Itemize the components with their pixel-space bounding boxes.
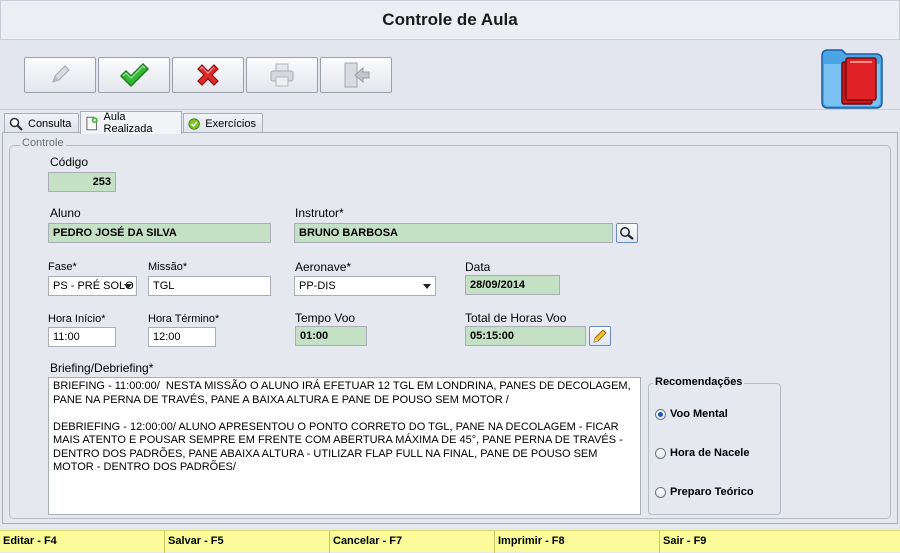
shortcut-imprimir: Imprimir - F8: [495, 531, 660, 553]
tab-exercicios[interactable]: Exercícios: [183, 113, 263, 133]
cancel-button[interactable]: [172, 57, 244, 93]
cancel-x-icon: [197, 64, 219, 86]
print-icon: [270, 63, 294, 87]
fase-select[interactable]: PS - PRÉ SOLO: [48, 276, 137, 296]
chevron-down-icon: [124, 284, 132, 289]
tab-aula-realizada[interactable]: Aula Realizada: [80, 111, 182, 135]
magnifier-icon: [620, 227, 634, 240]
codigo-field: 253: [48, 172, 116, 192]
exit-door-icon: [344, 62, 370, 88]
search-instrutor-button[interactable]: [616, 223, 638, 243]
print-button[interactable]: [246, 57, 318, 93]
window-title-bar: Controle de Aula: [0, 0, 900, 40]
shortcut-editar: Editar - F4: [0, 531, 165, 553]
edit-icon: [52, 65, 70, 83]
aeronave-label: Aeronave*: [295, 260, 352, 274]
missao-field[interactable]: TGL: [148, 276, 271, 296]
aeronave-value: PP-DIS: [299, 280, 336, 292]
instrutor-label: Instrutor*: [295, 206, 344, 220]
exit-button[interactable]: [320, 57, 392, 93]
save-check-icon: [119, 62, 150, 88]
radio-voo-mental[interactable]: Voo Mental: [655, 408, 728, 420]
data-label: Data: [465, 260, 491, 274]
shortcut-salvar: Salvar - F5: [165, 531, 330, 553]
radio-unselected-icon: [655, 447, 666, 459]
tab-consulta[interactable]: Consulta: [4, 113, 79, 133]
hora-inicio-field[interactable]: 11:00: [48, 327, 116, 347]
check-circle-icon: [188, 117, 200, 130]
total-horas-field: 05:15:00: [465, 326, 586, 346]
codigo-label: Código: [50, 155, 89, 169]
missao-label: Missão*: [148, 261, 188, 273]
save-button[interactable]: [98, 57, 170, 93]
tab-exercicios-label: Exercícios: [205, 117, 256, 130]
window-title: Controle de Aula: [382, 10, 518, 29]
tempo-voo-label: Tempo Voo: [295, 311, 356, 325]
briefing-label: Briefing/Debriefing*: [50, 361, 154, 375]
hora-termino-label: Hora Término*: [148, 313, 220, 325]
radio-preparo-teorico[interactable]: Preparo Teórico: [655, 486, 754, 498]
briefing-textarea[interactable]: BRIEFING - 11:00:00/ NESTA MISSÃO O ALUN…: [48, 377, 641, 515]
radio-preparo-teorico-label: Preparo Teórico: [670, 486, 754, 498]
folder-book-icon: [818, 44, 886, 113]
fase-label: Fase*: [48, 261, 77, 273]
shortcut-sair: Sair - F9: [663, 535, 707, 547]
tab-aula-realizada-label: Aula Realizada: [103, 111, 153, 135]
chevron-down-icon: [423, 284, 431, 289]
recomendacoes-title: Recomendações: [653, 376, 745, 388]
fase-value: PS - PRÉ SOLO: [53, 280, 134, 292]
radio-unselected-icon: [655, 486, 666, 498]
recomendacoes-group: Recomendações Voo Mental Hora de Nacele …: [648, 376, 781, 515]
hora-inicio-label: Hora Início*: [48, 313, 106, 325]
new-document-icon: [86, 116, 98, 130]
aeronave-select[interactable]: PP-DIS: [294, 276, 436, 296]
aluno-field[interactable]: PEDRO JOSÉ DA SILVA: [48, 223, 271, 243]
data-field: 28/09/2014: [465, 275, 560, 295]
search-icon: [9, 117, 23, 131]
tempo-voo-field: 01:00: [295, 326, 367, 346]
radio-selected-icon: [655, 408, 666, 420]
aluno-label: Aluno: [50, 206, 81, 220]
radio-voo-mental-label: Voo Mental: [670, 408, 728, 420]
shortcut-cancelar: Cancelar - F7: [330, 531, 495, 553]
pencil-icon: [593, 329, 607, 343]
shortcut-statusbar: Editar - F4 Salvar - F5 Cancelar - F7 Im…: [0, 530, 900, 553]
edit-button[interactable]: [24, 57, 96, 93]
hora-termino-field[interactable]: 12:00: [148, 327, 216, 347]
tab-strip: Consulta Aula Realizada Exercícios: [0, 111, 900, 135]
tab-consulta-label: Consulta: [28, 117, 72, 130]
toolbar: [0, 40, 900, 110]
total-horas-label: Total de Horas Voo: [465, 311, 567, 325]
radio-hora-de-nacele-label: Hora de Nacele: [670, 447, 750, 459]
instrutor-field[interactable]: BRUNO BARBOSA: [294, 223, 613, 243]
edit-total-horas-button[interactable]: [589, 326, 611, 346]
radio-hora-de-nacele[interactable]: Hora de Nacele: [655, 447, 749, 459]
controle-group-title: Controle: [20, 137, 66, 149]
